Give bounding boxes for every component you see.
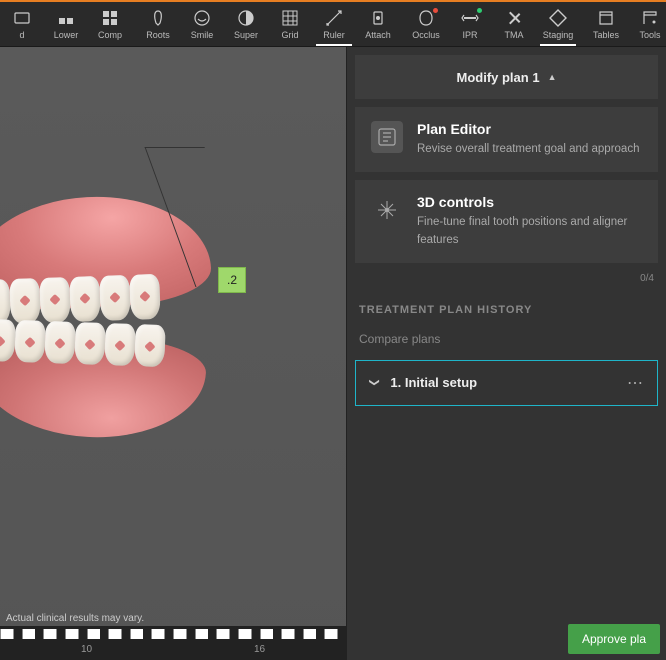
tma-icon [504,8,524,28]
tooth[interactable] [129,274,161,320]
tool-staging[interactable]: Staging [536,6,580,42]
tooth[interactable] [14,320,45,363]
tooth[interactable] [44,321,75,364]
tool-label: TMA [505,30,524,40]
tool-ruler[interactable]: Ruler [312,6,356,42]
more-icon[interactable]: ⋯ [627,373,643,393]
tool-label: Roots [146,30,170,40]
plan-editor-title: Plan Editor [417,121,639,137]
3d-controls-desc: Fine-tune final tooth positions and alig… [417,214,642,249]
tooth[interactable] [0,319,16,362]
tool-roots[interactable]: Roots [136,6,180,42]
tool-attach[interactable]: Attach [356,6,400,42]
tool-generic[interactable]: d [0,6,44,42]
lower-icon [56,8,76,28]
tool-label: d [19,30,24,40]
tool-label: Comp [98,30,122,40]
tool-occlus[interactable]: Occlus [404,6,448,42]
plan-selector[interactable]: Modify plan 1 ▲ [355,55,658,99]
tables-icon [596,8,616,28]
tooth[interactable] [39,277,71,323]
plan-editor-desc: Revise overall treatment goal and approa… [417,141,639,158]
3d-viewport[interactable]: .2 Actual clinical results may vary. 10 … [0,47,346,660]
timeline-label: 16 [254,644,265,655]
attach-icon [368,8,388,28]
super-icon [236,8,256,28]
smile-icon [192,8,212,28]
tool-lower[interactable]: Lower [44,6,88,42]
tool-grid[interactable]: Grid [268,6,312,42]
compare-plans-link[interactable]: Compare plans [347,324,666,360]
measurement-callout[interactable]: .2 [218,267,246,293]
notification-dot [433,8,438,13]
tooth[interactable] [104,323,135,366]
tool-label: Occlus [412,30,440,40]
chevron-down-icon: ❯ [369,379,380,387]
history-item-label: 1. Initial setup [390,375,615,390]
3d-controls-card[interactable]: 3D controls Fine-tune final tooth positi… [355,180,658,263]
tool-label: Tables [593,30,619,40]
grid-icon [280,8,300,28]
3d-controls-icon [371,194,403,226]
tools-icon [640,8,660,28]
tool-tma[interactable]: TMA [492,6,536,42]
tool-label: Tools [639,30,660,40]
timeline-labels: 10 16 [0,642,346,655]
teeth-model[interactable] [0,197,250,497]
lower-teeth-row [0,319,166,367]
tool-smile[interactable]: Smile [180,6,224,42]
stage-timeline[interactable]: 10 16 [0,626,346,660]
tool-label: Super [234,30,258,40]
timeline-ticks [0,626,346,642]
plan-counter: 0/4 [347,271,666,292]
comp-icon [100,8,120,28]
upper-teeth-row [0,274,161,325]
tooth[interactable] [134,324,165,367]
footer-actions: Approve pla [568,624,660,654]
tooth[interactable] [99,275,131,321]
tooth[interactable] [74,322,105,365]
tool-super[interactable]: Super [224,6,268,42]
tool-label: Lower [54,30,79,40]
tool-label: Ruler [323,30,345,40]
timeline-label: 10 [81,644,92,655]
chevron-up-icon: ▲ [548,72,557,82]
main-toolbar: d Lower Comp Roots Smile Super Grid Ruler Attach… [0,2,666,47]
plan-editor-card[interactable]: Plan Editor Revise overall treatment goa… [355,107,658,172]
notification-dot [477,8,482,13]
tooth[interactable] [9,278,41,324]
tool-label: Smile [191,30,214,40]
tool-label: Grid [281,30,298,40]
tool-tools[interactable]: Tools [628,6,666,42]
generic-icon [12,8,32,28]
side-panel: Modify plan 1 ▲ Plan Editor Revise overa… [346,47,666,660]
history-section-header: TREATMENT PLAN HISTORY [347,292,666,324]
tool-label: IPR [462,30,477,40]
3d-controls-title: 3D controls [417,194,642,210]
tool-tables[interactable]: Tables [584,6,628,42]
approve-plan-button[interactable]: Approve pla [568,624,660,654]
plan-editor-icon [371,121,403,153]
main-area: .2 Actual clinical results may vary. 10 … [0,47,666,660]
staging-icon [548,8,568,28]
tool-label: Attach [365,30,391,40]
tooth[interactable] [69,276,101,322]
ruler-icon [324,8,344,28]
roots-icon [148,8,168,28]
tool-comp[interactable]: Comp [88,6,132,42]
history-item-initial[interactable]: ❯ 1. Initial setup ⋯ [355,360,658,406]
plan-selector-label: Modify plan 1 [457,70,540,85]
tool-label: Staging [543,30,574,40]
disclaimer-text: Actual clinical results may vary. [6,613,144,624]
tool-ipr[interactable]: IPR [448,6,492,42]
